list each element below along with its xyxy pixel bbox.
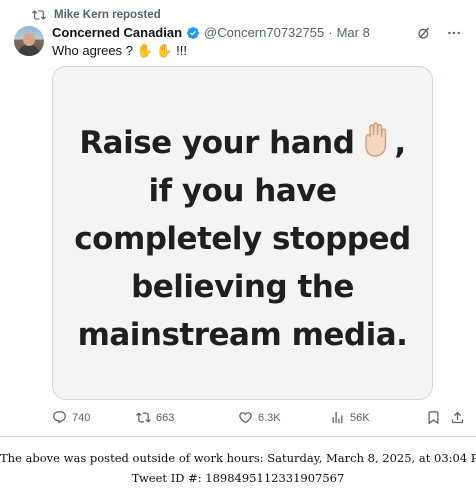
views-button[interactable]: 56K <box>330 410 370 425</box>
reply-button[interactable]: 740 <box>52 410 90 425</box>
header-separator: · <box>328 25 333 40</box>
views-chart-icon <box>332 411 343 424</box>
bookmark-button[interactable] <box>426 410 441 425</box>
avatar[interactable] <box>14 26 44 56</box>
more-options-icon[interactable] <box>446 25 462 41</box>
tweet-media-image[interactable]: Raise your hand , if you have completely… <box>52 66 433 400</box>
repost-button[interactable]: 663 <box>136 410 174 425</box>
like-button[interactable]: 6.3K <box>238 410 281 425</box>
bookmark-icon <box>428 411 439 425</box>
repost-indicator[interactable]: Mike Kern reposted <box>32 8 161 22</box>
share-button[interactable] <box>450 410 465 425</box>
footer-tweet-id: Tweet ID #: 1898495112331907567 <box>131 471 345 485</box>
reply-icon <box>53 411 66 424</box>
media-line-5: mainstream media. <box>77 317 408 353</box>
author-name[interactable]: Concerned Canadian <box>52 25 182 40</box>
tweet-actions-bar: 740 663 6.3K 56K <box>52 410 466 428</box>
like-count: 6.3K <box>258 411 281 424</box>
footer-posted-time: The above was posted outside of work hou… <box>0 451 476 465</box>
tweet-top-actions <box>416 25 462 41</box>
repost-count: 663 <box>156 411 175 424</box>
media-line-4: believing the <box>131 269 354 305</box>
media-line-1: Raise your hand , <box>53 119 432 167</box>
caption-footer: The above was posted outside of work hou… <box>0 448 476 488</box>
media-line-3: completely stopped <box>74 221 411 257</box>
raised-hand-emoji <box>365 122 387 157</box>
media-caption: Raise your hand , if you have completely… <box>53 119 432 359</box>
reply-count: 740 <box>72 411 91 424</box>
repost-icon <box>32 10 46 20</box>
tweet-card[interactable]: Mike Kern reposted Concerned Canadian @C… <box>0 0 476 436</box>
repost-icon <box>136 412 151 423</box>
verified-badge-icon <box>187 26 200 39</box>
grok-icon[interactable] <box>416 25 432 41</box>
views-count: 56K <box>350 411 370 424</box>
author-handle[interactable]: @Concern70732755 <box>204 25 324 40</box>
tweet-text: Who agrees ? ✋ ✋ !!! <box>52 43 187 58</box>
divider <box>0 436 476 437</box>
tweet-date[interactable]: Mar 8 <box>337 25 370 40</box>
share-icon <box>451 411 464 424</box>
media-line-2: if you have <box>148 173 338 209</box>
tweet-header: Concerned Canadian @Concern70732755 · Ma… <box>52 25 370 40</box>
repost-label[interactable]: Mike Kern reposted <box>54 9 161 21</box>
heart-icon <box>239 412 252 424</box>
